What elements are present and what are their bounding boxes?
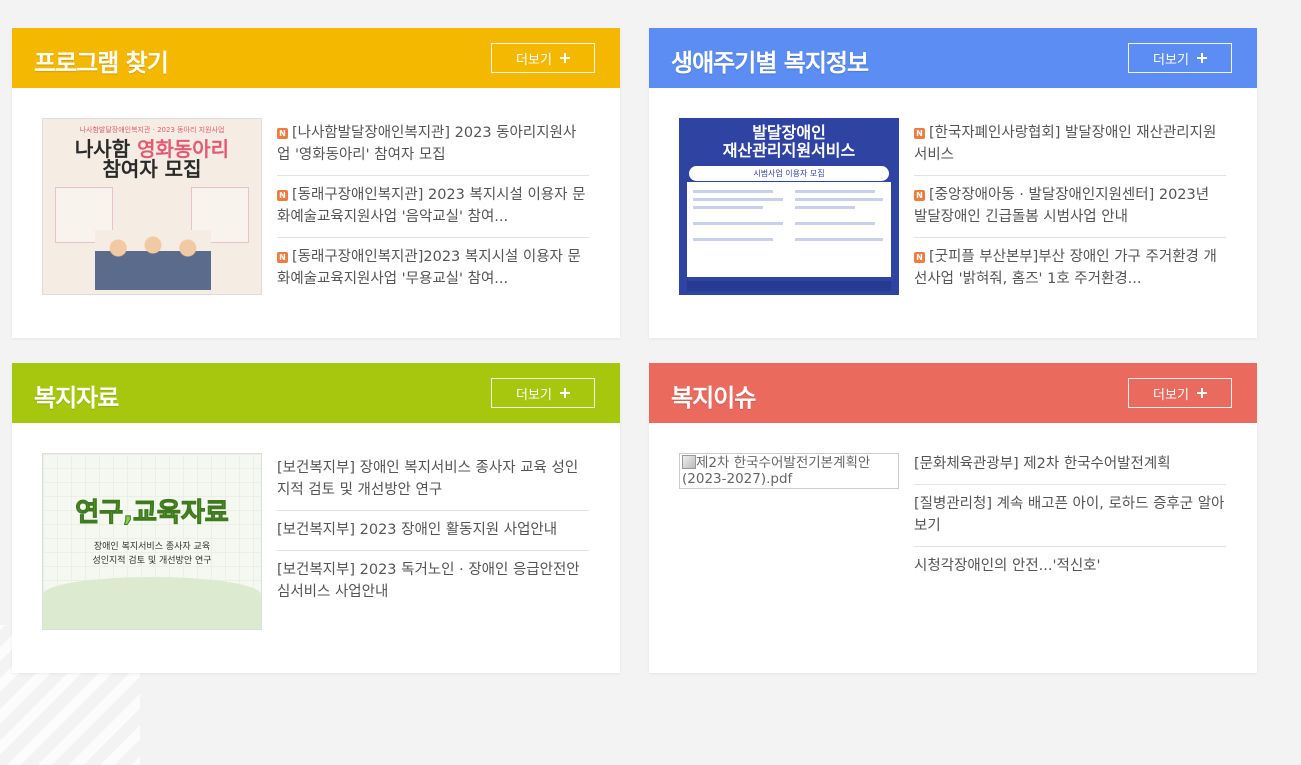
list-item-link[interactable]: [보건복지부] 2023 장애인 활동지원 사업안내: [277, 522, 557, 538]
lifecycle-title: 생애주기별 복지정보: [671, 49, 869, 77]
list-item-link[interactable]: [질병관리청] 계속 배고픈 아이, 로하드 증후군 알아보기: [914, 496, 1224, 534]
more-label: 더보기: [516, 52, 552, 68]
list-item-link[interactable]: [보건복지부] 2023 독거노인 · 장애인 응급안전안심서비스 사업안내: [277, 562, 580, 600]
lifecycle-header: 생애주기별 복지정보 더보기: [649, 28, 1257, 88]
lifecycle-poster-image: 발달장애인 재산관리지원서비스 시범사업 이용자 모집: [679, 118, 899, 295]
poster-text-line: [795, 198, 883, 201]
poster-card: [687, 182, 891, 277]
list-item[interactable]: N [나사함발달장애인복지관] 2023 동아리지원사업 '영화동아리' 참여자 …: [277, 114, 589, 176]
poster-text-line: [795, 222, 875, 225]
list-item[interactable]: [질병관리청] 계속 배고픈 아이, 로하드 증후군 알아보기: [914, 485, 1226, 547]
poster-footer-bar: [687, 281, 891, 291]
lifecycle-thumbnail[interactable]: 발달장애인 재산관리지원서비스 시범사업 이용자 모집: [679, 118, 899, 295]
poster-text-line: [693, 206, 763, 209]
plus-icon: [559, 388, 570, 398]
poster-sub: 시범사업 이용자 모집: [689, 166, 889, 181]
poster-headline: 나사함 영화동아리 참여자 모집: [53, 139, 251, 179]
new-icon: N: [277, 190, 288, 201]
programs-panel: 프로그램 찾기 더보기 나사함발달장애인복지관 · 2023 동아리 지원사업 …: [12, 28, 620, 338]
cover-line2: 성인지적 검토 및 개선방안 연구: [92, 556, 212, 566]
new-icon: N: [914, 252, 925, 263]
poster-text-line: [693, 198, 783, 201]
poster-headline: 발달장애인 재산관리지원서비스: [679, 124, 899, 160]
list-item[interactable]: [보건복지부] 장애인 복지서비스 종사자 교육 성인지적 검토 및 개선방안 …: [277, 449, 589, 511]
lifecycle-list: N [한국자폐인사랑협회] 발달장애인 재산관리지원서비스 N [중앙장애아동 · …: [914, 114, 1226, 299]
more-label: 더보기: [1153, 387, 1189, 403]
cover-line1: 장애인 복지서비스 종사자 교육: [93, 542, 211, 552]
list-item-link[interactable]: [동래구장애인복지관]2023 복지시설 이용자 문화예술교육지원사업 '무용교…: [277, 249, 581, 287]
materials-panel: 복지자료 더보기 연구,교육자료 장애인 복지서비스 종사자 교육 성인지적 검…: [12, 363, 620, 673]
poster-head3: 참여자 모집: [102, 157, 202, 181]
thumbnail-alt-text: 제2차 한국수어발전기본계획안(2023-2027).pdf: [682, 455, 871, 487]
list-item-link[interactable]: [나사함발달장애인복지관] 2023 동아리지원사업 '영화동아리' 참여자 모…: [277, 125, 576, 163]
list-item-link[interactable]: [한국자폐인사랑협회] 발달장애인 재산관리지원서비스: [914, 125, 1216, 163]
poster-text-line: [795, 238, 883, 241]
cover-text: 장애인 복지서비스 종사자 교육 성인지적 검토 및 개선방안 연구: [43, 540, 261, 568]
list-item[interactable]: 시청각장애인의 안전...'적신호': [914, 547, 1226, 586]
programs-title: 프로그램 찾기: [34, 49, 169, 77]
new-icon: N: [277, 128, 288, 139]
list-item[interactable]: N [굿피플 부산본부]부산 장애인 가구 주거환경 개선사업 '밝혀줘, 홈즈'…: [914, 238, 1226, 299]
poster-top-text: 나사함발달장애인복지관 · 2023 동아리 지원사업: [79, 126, 225, 134]
programs-thumbnail[interactable]: 나사함발달장애인복지관 · 2023 동아리 지원사업 나사함 영화동아리 참여…: [42, 118, 262, 295]
programs-list: N [나사함발달장애인복지관] 2023 동아리지원사업 '영화동아리' 참여자 …: [277, 114, 589, 299]
materials-title: 복지자료: [34, 384, 119, 412]
list-item[interactable]: N [중앙장애아동 · 발달장애인지원센터] 2023년 발달장애인 긴급돌봄 시…: [914, 176, 1226, 238]
list-item-link[interactable]: [중앙장애아동 · 발달장애인지원센터] 2023년 발달장애인 긴급돌봄 시범…: [914, 187, 1209, 225]
issues-header: 복지이슈 더보기: [649, 363, 1257, 423]
program-poster-image: 나사함발달장애인복지관 · 2023 동아리 지원사업 나사함 영화동아리 참여…: [43, 119, 261, 294]
issues-list: [문화체육관광부] 제2차 한국수어발전계획 [질병관리청] 계속 배고픈 아이…: [914, 445, 1226, 586]
issues-body: 제2차 한국수어발전기본계획안(2023-2027).pdf [문화체육관광부]…: [649, 423, 1257, 673]
materials-body: 연구,교육자료 장애인 복지서비스 종사자 교육 성인지적 검토 및 개선방안 …: [12, 423, 620, 673]
programs-more-button[interactable]: 더보기: [491, 43, 595, 73]
poster-head1: 발달장애인: [752, 123, 826, 142]
issues-more-button[interactable]: 더보기: [1128, 378, 1232, 408]
list-item-link[interactable]: [굿피플 부산본부]부산 장애인 가구 주거환경 개선사업 '밝혀줘, 홈즈' …: [914, 249, 1217, 287]
poster-text-line: [693, 190, 773, 193]
materials-header: 복지자료 더보기: [12, 363, 620, 423]
programs-body: 나사함발달장애인복지관 · 2023 동아리 지원사업 나사함 영화동아리 참여…: [12, 88, 620, 338]
issues-title: 복지이슈: [671, 384, 756, 412]
materials-more-button[interactable]: 더보기: [491, 378, 595, 408]
cover-headline: 연구,교육자료: [75, 498, 229, 529]
materials-list: [보건복지부] 장애인 복지서비스 종사자 교육 성인지적 검토 및 개선방안 …: [277, 449, 589, 612]
broken-image-icon: [682, 455, 696, 469]
lifecycle-panel: 생애주기별 복지정보 더보기 발달장애인 재산관리지원서비스 시범사업 이용자 …: [649, 28, 1257, 338]
poster-text-line: [795, 190, 875, 193]
materials-thumbnail[interactable]: 연구,교육자료 장애인 복지서비스 종사자 교육 성인지적 검토 및 개선방안 …: [42, 453, 262, 630]
new-icon: N: [277, 252, 288, 263]
more-label: 더보기: [1153, 52, 1189, 68]
programs-header: 프로그램 찾기 더보기: [12, 28, 620, 88]
more-label: 더보기: [516, 387, 552, 403]
list-item[interactable]: [보건복지부] 2023 독거노인 · 장애인 응급안전안심서비스 사업안내: [277, 551, 589, 612]
list-item[interactable]: [문화체육관광부] 제2차 한국수어발전계획: [914, 445, 1226, 485]
list-item[interactable]: [보건복지부] 2023 장애인 활동지원 사업안내: [277, 511, 589, 551]
issues-panel: 복지이슈 더보기 제2차 한국수어발전기본계획안(2023-2027).pdf …: [649, 363, 1257, 673]
list-item-link[interactable]: 시청각장애인의 안전...'적신호': [914, 558, 1101, 574]
poster-people-illustration: [95, 230, 211, 290]
materials-cover-image: 연구,교육자료 장애인 복지서비스 종사자 교육 성인지적 검토 및 개선방안 …: [43, 454, 261, 629]
poster-head2: 재산관리지원서비스: [722, 141, 856, 160]
issues-broken-thumbnail[interactable]: 제2차 한국수어발전기본계획안(2023-2027).pdf: [679, 453, 899, 489]
new-icon: N: [914, 190, 925, 201]
list-item-link[interactable]: [동래구장애인복지관] 2023 복지시설 이용자 문화예술교육지원사업 '음악…: [277, 187, 585, 225]
list-item[interactable]: N [동래구장애인복지관] 2023 복지시설 이용자 문화예술교육지원사업 '음…: [277, 176, 589, 238]
poster-text-line: [795, 206, 855, 209]
list-item-link[interactable]: [보건복지부] 장애인 복지서비스 종사자 교육 성인지적 검토 및 개선방안 …: [277, 460, 578, 498]
list-item[interactable]: N [한국자폐인사랑협회] 발달장애인 재산관리지원서비스: [914, 114, 1226, 176]
list-item-link[interactable]: [문화체육관광부] 제2차 한국수어발전계획: [914, 456, 1171, 472]
poster-text-line: [693, 222, 783, 225]
plus-icon: [559, 53, 570, 63]
lifecycle-more-button[interactable]: 더보기: [1128, 43, 1232, 73]
new-icon: N: [914, 128, 925, 139]
lifecycle-body: 발달장애인 재산관리지원서비스 시범사업 이용자 모집 N [한국자폐인사랑협회…: [649, 88, 1257, 338]
cover-wave: [43, 577, 261, 629]
plus-icon: [1196, 53, 1207, 63]
list-item[interactable]: N [동래구장애인복지관]2023 복지시설 이용자 문화예술교육지원사업 '무용…: [277, 238, 589, 299]
poster-text-line: [693, 238, 773, 241]
plus-icon: [1196, 388, 1207, 398]
